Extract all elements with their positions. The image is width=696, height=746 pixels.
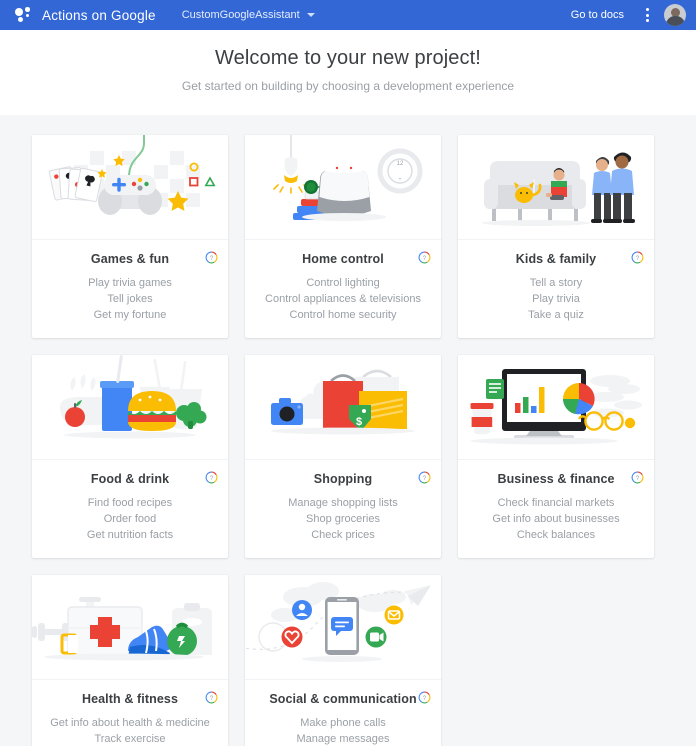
list-item: Control home security bbox=[289, 309, 397, 321]
svg-text:?: ? bbox=[210, 256, 214, 262]
card-body: Food & drink ? Find food recipes Order fo… bbox=[32, 459, 228, 558]
card-title: Health & fitness bbox=[81, 692, 179, 706]
list-item: Get nutrition facts bbox=[86, 529, 174, 541]
list-item: Make phone calls bbox=[300, 717, 386, 729]
list-item: Get my fortune bbox=[93, 309, 167, 321]
list-item: Take a quiz bbox=[528, 309, 584, 321]
category-grid-wrapper: Games & fun ? Play trivia games Tell joke… bbox=[0, 115, 696, 746]
card-example-list: Control lighting Control appliances & tel… bbox=[255, 275, 431, 323]
card-title: Food & drink bbox=[90, 472, 170, 486]
list-item: Check financial markets bbox=[497, 497, 615, 509]
kebab-menu-icon[interactable] bbox=[638, 5, 656, 25]
list-item: Find food recipes bbox=[87, 497, 173, 509]
game-controller-illustration bbox=[32, 135, 228, 239]
family-couch-illustration bbox=[458, 135, 654, 239]
category-card[interactable]: Food & drink ? Find food recipes Order fo… bbox=[32, 355, 228, 558]
list-item: Get info about businesses bbox=[492, 513, 620, 525]
card-title: Business & finance bbox=[497, 472, 615, 486]
list-item: Track exercise bbox=[94, 733, 166, 745]
card-title: Kids & family bbox=[515, 252, 597, 266]
list-item: Tell jokes bbox=[107, 293, 153, 305]
svg-text:+: + bbox=[398, 177, 402, 183]
chevron-down-icon bbox=[306, 13, 315, 17]
svg-text:?: ? bbox=[636, 476, 640, 482]
card-title: Home control bbox=[302, 252, 384, 266]
help-circle-icon[interactable]: ? bbox=[631, 251, 644, 264]
help-circle-icon[interactable]: ? bbox=[418, 471, 431, 484]
help-circle-icon[interactable]: ? bbox=[205, 251, 218, 264]
monitor-charts-illustration bbox=[458, 355, 654, 459]
card-example-list: Find food recipes Order food Get nutrition… bbox=[42, 495, 218, 543]
svg-text:12: 12 bbox=[397, 161, 404, 167]
help-circle-icon[interactable]: ? bbox=[631, 471, 644, 484]
card-title: Shopping bbox=[313, 472, 373, 486]
card-body: Social & communication ? Make phone call… bbox=[245, 679, 441, 746]
user-avatar[interactable] bbox=[664, 4, 686, 26]
card-title: Games & fun bbox=[90, 252, 170, 266]
list-item: Play trivia bbox=[532, 293, 580, 305]
svg-text:?: ? bbox=[636, 256, 640, 262]
svg-text:?: ? bbox=[210, 476, 214, 482]
smart-speaker-illustration: 12 + bbox=[245, 135, 441, 239]
list-item: Order food bbox=[103, 513, 157, 525]
card-body: Games & fun ? Play trivia games Tell joke… bbox=[32, 239, 228, 338]
phone-chat-illustration bbox=[245, 575, 441, 679]
first-aid-kit-illustration bbox=[32, 575, 228, 679]
card-example-list: Play trivia games Tell jokes Get my fortun… bbox=[42, 275, 218, 323]
svg-text:?: ? bbox=[423, 476, 427, 482]
list-item: Tell a story bbox=[529, 277, 583, 289]
category-card[interactable]: Games & fun ? Play trivia games Tell joke… bbox=[32, 135, 228, 338]
page-title: Welcome to your new project! bbox=[215, 47, 481, 69]
category-card[interactable]: Business & finance ? Check financial mar… bbox=[458, 355, 654, 558]
list-item: Manage messages bbox=[296, 733, 390, 745]
brand-title: Actions on Google bbox=[42, 7, 156, 23]
category-card[interactable]: $ Shopping ? Manage shopping lists Shop g… bbox=[245, 355, 441, 558]
welcome-section: Welcome to your new project! Get started… bbox=[0, 30, 696, 115]
actions-on-google-dots-logo-icon bbox=[14, 6, 34, 24]
svg-text:$: $ bbox=[356, 416, 362, 428]
card-body: Shopping ? Manage shopping lists Shop gro… bbox=[245, 459, 441, 558]
card-title: Social & communication bbox=[269, 692, 417, 706]
burger-drink-illustration bbox=[32, 355, 228, 459]
page-subtitle: Get started on building by choosing a de… bbox=[181, 79, 515, 93]
help-circle-icon[interactable]: ? bbox=[418, 251, 431, 264]
card-example-list: Get info about health & medicine Track ex… bbox=[42, 715, 218, 746]
card-example-list: Check financial markets Get info about bu… bbox=[468, 495, 644, 543]
svg-text:?: ? bbox=[423, 256, 427, 262]
category-card[interactable]: Kids & family ? Tell a story Play trivia T… bbox=[458, 135, 654, 338]
svg-text:?: ? bbox=[423, 696, 427, 702]
card-example-list: Manage shopping lists Shop groceries Check… bbox=[255, 495, 431, 543]
list-item: Get info about health & medicine bbox=[50, 717, 210, 729]
help-circle-icon[interactable]: ? bbox=[205, 471, 218, 484]
list-item: Check prices bbox=[311, 529, 375, 541]
list-item: Control appliances & televisions bbox=[265, 293, 421, 305]
card-example-list: Make phone callsManage messagesMake vide… bbox=[255, 715, 431, 746]
category-card[interactable]: 12 + Home control ? Control lighting Cont… bbox=[245, 135, 441, 338]
card-body: Kids & family ? Tell a story Play trivia T… bbox=[458, 239, 654, 338]
shopping-bags-illustration: $ bbox=[245, 355, 441, 459]
list-item: Shop groceries bbox=[306, 513, 380, 525]
svg-text:?: ? bbox=[210, 696, 214, 702]
go-to-docs-link[interactable]: Go to docs bbox=[571, 9, 624, 21]
project-selector[interactable]: CustomGoogleAssistant bbox=[182, 9, 315, 21]
list-item: Play trivia games bbox=[88, 277, 172, 289]
app-header: Actions on Google CustomGoogleAssistant … bbox=[0, 0, 696, 30]
category-grid: Games & fun ? Play trivia games Tell joke… bbox=[32, 135, 664, 746]
category-card[interactable]: Health & fitness ? Get info about health… bbox=[32, 575, 228, 746]
project-name-label: CustomGoogleAssistant bbox=[181, 9, 300, 21]
card-body: Home control ? Control lighting Control a… bbox=[245, 239, 441, 338]
card-body: Business & finance ? Check financial mar… bbox=[458, 459, 654, 558]
category-card[interactable]: Social & communication ? Make phone call… bbox=[245, 575, 441, 746]
list-item: Manage shopping lists bbox=[288, 497, 398, 509]
help-circle-icon[interactable]: ? bbox=[418, 691, 431, 704]
card-example-list: Tell a story Play trivia Take a quiz bbox=[468, 275, 644, 323]
list-item: Control lighting bbox=[306, 277, 380, 289]
list-item: Check balances bbox=[516, 529, 596, 541]
card-body: Health & fitness ? Get info about health… bbox=[32, 679, 228, 746]
help-circle-icon[interactable]: ? bbox=[205, 691, 218, 704]
